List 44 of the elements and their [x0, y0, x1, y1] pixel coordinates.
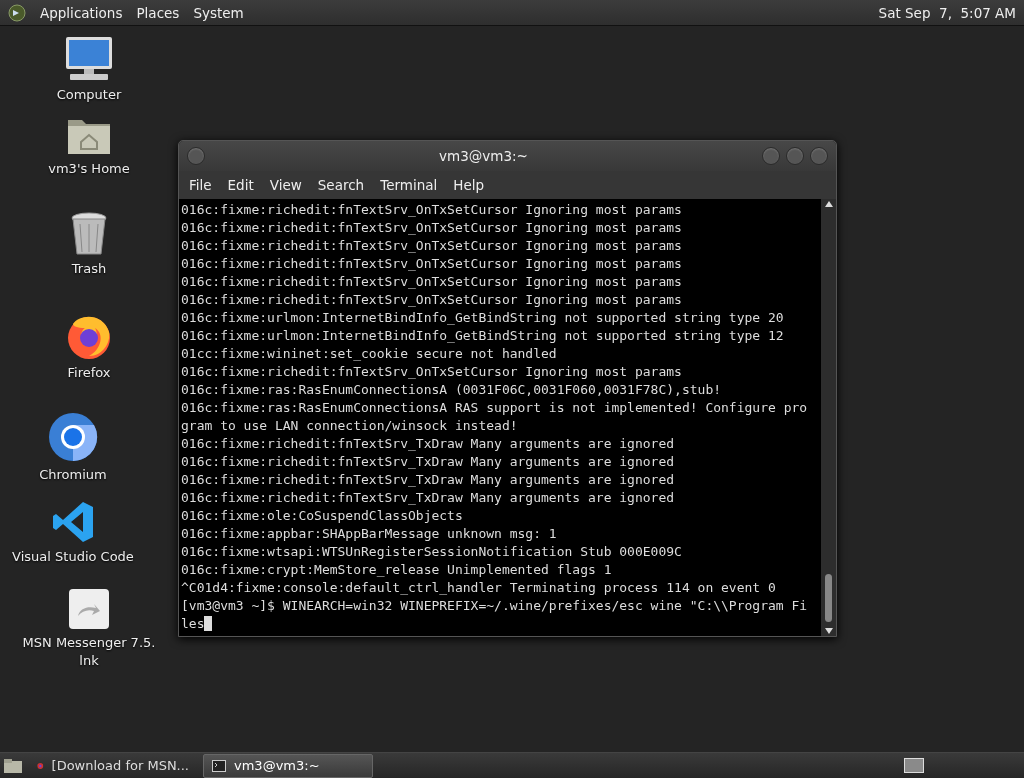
desktop-icon-label[interactable]: Visual Studio Code: [12, 548, 134, 566]
terminal-line: [vm3@vm3 ~]$ WINEARCH=win32 WINEPREFIX=~/.wine/prefixes/esc wine "C:\\Program Fi: [181, 597, 809, 615]
terminal-line: 016c:fixme:richedit:fnTextSrv_OnTxSetCursor Ignoring most params: [181, 255, 683, 273]
terminal-line: 016c:fixme:wtsapi:WTSUnRegisterSessionNotification Stub 000E009C: [181, 543, 683, 561]
desktop-icon-label[interactable]: Chromium: [39, 466, 107, 484]
taskbar-button[interactable]: [Download for MSN...: [29, 754, 197, 777]
terminal-line: 016c:fixme:richedit:fnTextSrv_TxDraw Many arguments are ignored: [181, 489, 676, 507]
menu-item[interactable]: File: [181, 173, 220, 197]
taskbar-button[interactable]: vm3@vm3:~: [203, 753, 373, 778]
menu-item[interactable]: Help: [445, 173, 493, 197]
terminal-line: 016c:fixme:ras:RasEnumConnectionsA (0031F06C,0031F060,0031F78C),stub!: [181, 381, 723, 399]
terminal-line: 016c:fixme:urlmon:InternetBindInfo_GetBindString not supported string type 12: [181, 327, 785, 345]
menu-item[interactable]: View: [261, 173, 310, 197]
terminal-line: 016c:fixme:richedit:fnTextSrv_OnTxSetCursor Ignoring most params: [181, 291, 683, 309]
terminal-line: 016c:fixme:ole:CoSuspendClassObjects: [181, 507, 464, 525]
menu-item[interactable]: Search: [309, 173, 373, 197]
terminal-line: 016c:fixme:crypt:MemStore_release Unimplemented flags 1: [181, 561, 613, 579]
desktop-icon-label[interactable]: Computer: [56, 86, 122, 104]
desktop-icon-label[interactable]: vm3's Home: [48, 160, 130, 178]
panel-menu[interactable]: Applications: [40, 4, 123, 21]
menu-item[interactable]: Terminal: [372, 173, 446, 197]
terminal-line: 016c:fixme:richedit:fnTextSrv_OnTxSetCursor Ignoring most params: [181, 201, 683, 219]
terminal-line: 016c:fixme:appbar:SHAppBarMessage unknown msg: 1: [181, 525, 558, 543]
terminal-line: 01cc:fixme:wininet:set_cookie secure not handled: [181, 345, 558, 363]
terminal-line: 016c:fixme:richedit:fnTextSrv_OnTxSetCursor Ignoring most params: [181, 273, 683, 291]
terminal-line: 016c:fixme:richedit:fnTextSrv_TxDraw Many arguments are ignored: [181, 435, 676, 453]
terminal-line: 016c:fixme:richedit:fnTextSrv_OnTxSetCursor Ignoring most params: [181, 237, 683, 255]
clock[interactable]: Sat Sep 7, 5:07 AM: [878, 4, 1016, 21]
terminal-line: 016c:fixme:richedit:fnTextSrv_TxDraw Many arguments are ignored: [181, 471, 676, 489]
desktop-icon-label[interactable]: Trash: [71, 260, 107, 278]
window-title: vm3@vm3:~: [438, 148, 529, 164]
terminal-line: ^C01d4:fixme:console:default_ctrl_handler Terminating process 114 on event 0: [181, 579, 777, 597]
terminal-line: 016c:fixme:richedit:fnTextSrv_OnTxSetCursor Ignoring most params: [181, 363, 683, 381]
terminal-line: 016c:fixme:richedit:fnTextSrv_OnTxSetCursor Ignoring most params: [181, 219, 683, 237]
panel-menu[interactable]: Places: [136, 4, 180, 21]
panel-menu[interactable]: System: [193, 4, 244, 21]
terminal-line: 016c:fixme:ras:RasEnumConnectionsA RAS support is not implemented! Configure pro: [181, 399, 809, 417]
terminal-line: 016c:fixme:urlmon:InternetBindInfo_GetBindString not supported string type 20: [181, 309, 785, 327]
desktop-icon-label[interactable]: MSN Messenger 7.5. lnk: [22, 634, 156, 670]
terminal-line: gram to use LAN connection/winsock instead!: [181, 417, 519, 435]
terminal-line: 016c:fixme:richedit:fnTextSrv_TxDraw Many arguments are ignored: [181, 453, 676, 471]
desktop-icon-label[interactable]: Firefox: [67, 364, 111, 382]
terminal-line: les: [181, 615, 821, 633]
menu-item[interactable]: Edit: [219, 173, 262, 197]
